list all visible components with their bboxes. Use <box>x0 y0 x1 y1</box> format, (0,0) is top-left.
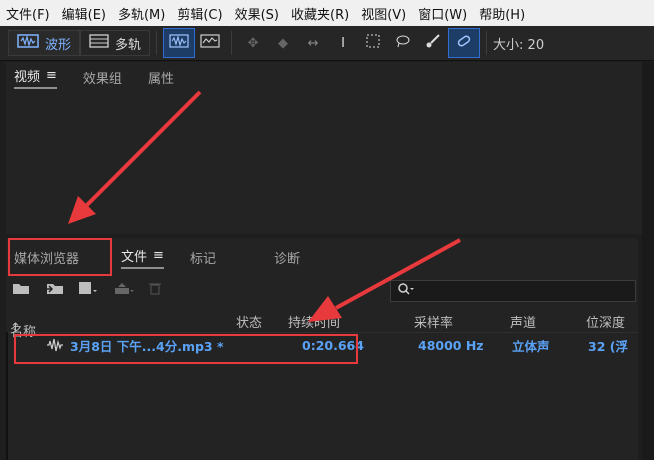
spectral-view-icon <box>200 34 220 52</box>
search-icon <box>397 282 415 300</box>
file-bit-depth: 32 (浮 <box>588 338 628 354</box>
tab-video[interactable]: 视频 ≡ <box>14 66 57 89</box>
menu-edit[interactable]: 编辑(E) <box>62 4 106 23</box>
menu-effects[interactable]: 效果(S) <box>235 4 279 23</box>
import-file-icon[interactable] <box>44 281 64 299</box>
spot-healing-tool[interactable] <box>448 28 481 58</box>
brush-icon <box>425 34 441 52</box>
menu-bar: 文件(F) 编辑(E) 多轨(M) 剪辑(C) 效果(S) 收藏夹(R) 视图(… <box>0 0 654 26</box>
menu-view[interactable]: 视图(V) <box>361 4 406 23</box>
file-row-highlight-box <box>14 334 358 364</box>
top-panel: 视频 ≡ 效果组 属性 <box>6 62 642 234</box>
razor-icon: ◆ <box>278 35 289 51</box>
slip-icon: ↔ <box>307 35 319 51</box>
menu-clip[interactable]: 剪辑(C) <box>177 4 222 23</box>
waveform-icon <box>17 34 39 52</box>
col-bit-depth[interactable]: 位深度 <box>586 312 625 331</box>
insert-into-multitrack-icon[interactable] <box>112 281 134 299</box>
tab-effects-rack[interactable]: 效果组 <box>83 68 122 87</box>
tab-properties[interactable]: 属性 <box>148 68 174 87</box>
multitrack-mode-button[interactable]: 多轨 <box>80 30 151 56</box>
waveform-label: 波形 <box>45 37 72 53</box>
panel-menu-icon[interactable]: ≡ <box>153 248 164 263</box>
i-beam-icon: I <box>341 35 345 51</box>
spectral-waveform-view-button[interactable] <box>163 28 196 58</box>
file-sample-rate: 48000 Hz <box>418 337 484 353</box>
lasso-tool[interactable] <box>388 29 418 57</box>
multitrack-label: 多轨 <box>115 37 142 53</box>
marquee-icon <box>366 34 380 52</box>
media-browser-highlight-box <box>8 238 112 276</box>
razor-tool[interactable]: ◆ <box>268 29 298 57</box>
col-duration[interactable]: 持续时间 <box>288 312 340 331</box>
marquee-tool[interactable] <box>358 29 388 57</box>
multitrack-icon <box>89 34 109 52</box>
col-sample-rate[interactable]: 采样率 <box>414 312 453 331</box>
spectral-view-button[interactable] <box>195 29 225 57</box>
size-label: 大小: 20 <box>493 37 545 53</box>
lasso-icon <box>395 34 411 52</box>
search-input[interactable] <box>390 280 636 302</box>
slip-tool[interactable]: ↔ <box>298 29 328 57</box>
move-icon: ✥ <box>247 35 259 51</box>
new-file-icon[interactable] <box>78 281 98 299</box>
tab-effects-rack-label: 效果组 <box>82 71 122 87</box>
open-folder-icon[interactable] <box>12 281 30 299</box>
move-tool[interactable]: ✥ <box>238 29 268 57</box>
menu-file[interactable]: 文件(F) <box>6 4 50 23</box>
menu-favorites[interactable]: 收藏夹(R) <box>291 4 349 23</box>
waveform-view-icon <box>169 34 189 52</box>
bandage-icon <box>456 34 472 52</box>
file-channels: 立体声 <box>512 338 550 354</box>
waveform-mode-button[interactable]: 波形 <box>8 30 81 56</box>
toolbar-divider <box>231 31 233 55</box>
toolbar-divider <box>156 31 158 55</box>
tab-files-label: 文件 <box>121 249 148 265</box>
menu-window[interactable]: 窗口(W) <box>418 4 467 23</box>
menu-multitrack[interactable]: 多轨(M) <box>118 4 165 23</box>
tab-markers-label: 标记 <box>189 251 216 267</box>
right-panel-edge <box>642 62 654 460</box>
main-toolbar: 波形 多轨 ✥ ◆ ↔ I 大小: 20 <box>0 26 654 61</box>
tab-markers[interactable]: 标记 <box>190 248 216 267</box>
brush-tool[interactable] <box>418 29 448 57</box>
panel-menu-icon[interactable]: ≡ <box>46 68 57 83</box>
tab-video-label: 视频 <box>14 69 41 85</box>
tab-files[interactable]: 文件 ≡ <box>121 246 164 269</box>
time-selection-tool[interactable]: I <box>328 29 358 57</box>
tab-diagnostics-label: 诊断 <box>273 251 300 267</box>
file-list-header: 名称 ↑ 状态 持续时间 采样率 声道 位深度 <box>6 310 638 340</box>
col-channels[interactable]: 声道 <box>510 312 536 331</box>
delete-icon[interactable] <box>148 281 162 299</box>
top-panel-tabs: 视频 ≡ 效果组 属性 <box>6 62 642 92</box>
col-status[interactable]: 状态 <box>236 312 262 331</box>
tab-properties-label: 属性 <box>147 71 174 87</box>
tab-diagnostics[interactable]: 诊断 <box>274 248 300 267</box>
toolbar-divider <box>486 31 488 55</box>
menu-help[interactable]: 帮助(H) <box>479 4 525 23</box>
